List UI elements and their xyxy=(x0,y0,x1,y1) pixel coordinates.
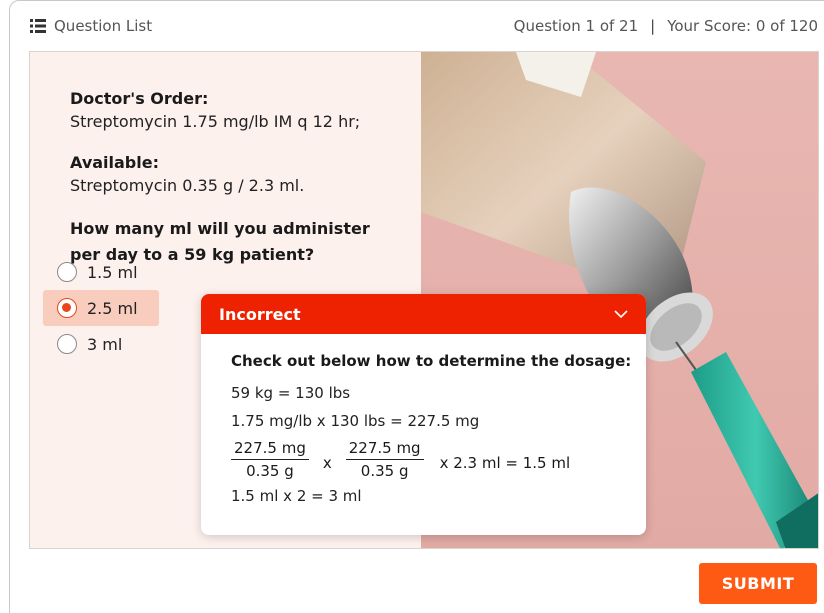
fraction-1: 227.5 mg 0.35 g xyxy=(231,439,309,480)
radio-button[interactable] xyxy=(57,334,77,354)
answer-option-1[interactable]: 1.5 ml xyxy=(43,254,159,290)
question-progress: Question 1 of 21 xyxy=(513,17,639,35)
doctor-order-text: Streptomycin 1.75 mg/lb IM q 12 hr; xyxy=(70,112,361,131)
feedback-body: Check out below how to determine the dos… xyxy=(201,334,646,506)
radio-button[interactable] xyxy=(57,262,77,282)
status-separator: | xyxy=(650,17,656,35)
feedback-title: Incorrect xyxy=(219,304,301,324)
calculation-result: x 2.3 ml = 1.5 ml xyxy=(439,453,571,472)
fraction-2-numerator: 227.5 mg xyxy=(345,439,424,460)
question-list-label: Question List xyxy=(54,17,153,35)
feedback-panel: Incorrect Check out below how to determi… xyxy=(201,294,646,535)
quiz-status: Question 1 of 21 | Your Score: 0 of 120 xyxy=(514,17,818,35)
calculation-step-3: 227.5 mg 0.35 g x 227.5 mg 0.35 g x 2.3 … xyxy=(231,439,646,480)
question-content: Doctor's Order: Streptomycin 1.75 mg/lb … xyxy=(70,88,390,268)
list-icon xyxy=(30,19,46,33)
fraction-2-denominator: 0.35 g xyxy=(360,462,409,480)
score-text: Your Score: 0 of 120 xyxy=(667,17,818,35)
answer-options: 1.5 ml 2.5 ml 3 ml xyxy=(43,254,159,362)
chevron-down-icon[interactable] xyxy=(614,310,628,318)
top-bar: Question List Question 1 of 21 | Your Scor… xyxy=(0,0,824,52)
calculation-step-2: 1.75 mg/lb x 130 lbs = 227.5 mg xyxy=(231,412,480,430)
question-prompt-line-1: How many ml will you administer xyxy=(70,219,370,238)
feedback-header[interactable]: Incorrect xyxy=(201,294,646,334)
fraction-1-denominator: 0.35 g xyxy=(246,462,294,480)
answer-option-label: 2.5 ml xyxy=(87,298,138,318)
calculation-step-4: 1.5 ml x 2 = 3 ml xyxy=(231,487,362,505)
answer-option-3[interactable]: 3 ml xyxy=(43,326,159,362)
question-list-button[interactable]: Question List xyxy=(30,17,152,35)
submit-button[interactable]: SUBMIT xyxy=(699,563,817,604)
fraction-2: 227.5 mg 0.35 g xyxy=(345,439,424,480)
fraction-1-numerator: 227.5 mg xyxy=(231,439,309,460)
radio-button-selected[interactable] xyxy=(57,298,77,318)
doctor-order-section: Doctor's Order: Streptomycin 1.75 mg/lb … xyxy=(70,88,390,134)
doctor-order-heading: Doctor's Order: xyxy=(70,89,209,108)
available-heading: Available: xyxy=(70,153,159,172)
available-section: Available: Streptomycin 0.35 g / 2.3 ml. xyxy=(70,152,390,198)
calculation-step-1: 59 kg = 130 lbs xyxy=(231,384,351,402)
feedback-intro: Check out below how to determine the dos… xyxy=(231,352,632,370)
answer-option-label: 3 ml xyxy=(87,334,123,354)
answer-option-2[interactable]: 2.5 ml xyxy=(43,290,159,326)
multiply-operator: x xyxy=(322,453,332,472)
answer-option-label: 1.5 ml xyxy=(87,262,138,282)
available-text: Streptomycin 0.35 g / 2.3 ml. xyxy=(70,176,305,195)
